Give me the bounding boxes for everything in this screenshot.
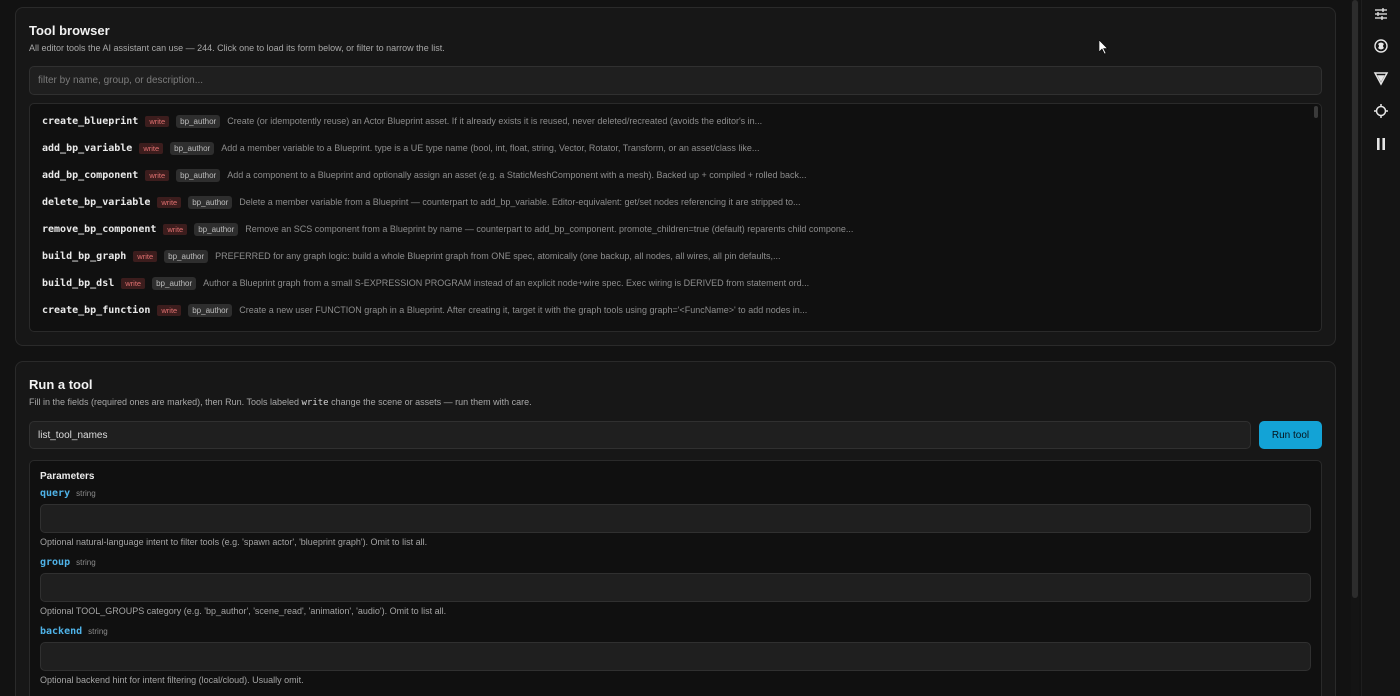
run-tool-button[interactable]: Run tool [1259, 421, 1322, 449]
param-description: Optional backend hint for intent filteri… [40, 675, 304, 685]
tool-list-scrollbar[interactable] [1314, 106, 1318, 118]
tool-name: create_blueprint [42, 115, 139, 127]
write-badge: write [157, 304, 182, 316]
tool-name: add_bp_component [42, 169, 139, 181]
tool-browser-title: Tool browser [29, 23, 110, 38]
page-scrollbar[interactable] [1351, 0, 1359, 696]
write-badge: write [145, 115, 170, 127]
group-badge: bp_author [188, 195, 233, 209]
tool-list[interactable]: create_blueprint write bp_author Create … [29, 103, 1322, 332]
page-scrollbar-thumb[interactable] [1352, 0, 1358, 598]
query-input[interactable] [40, 504, 1311, 533]
tool-name: create_bp_function [42, 304, 151, 316]
group-input[interactable] [40, 573, 1311, 602]
group-badge: bp_author [152, 276, 197, 290]
run-subtitle-text: Fill in the fields (required ones are ma… [29, 397, 302, 407]
pause-icon[interactable] [1370, 133, 1392, 155]
write-badge: write [133, 250, 158, 262]
tool-description: Add a member variable to a Blueprint. ty… [221, 143, 760, 153]
group-badge: bp_author [188, 303, 233, 317]
tool-description: Create a new user FUNCTION graph in a Bl… [239, 305, 808, 315]
tool-description: Create (or idempotently reuse) an Actor … [227, 116, 763, 126]
right-icon-rail [1361, 0, 1400, 696]
main-panel: Tool browser All editor tools the AI ass… [0, 0, 1350, 696]
tool-row[interactable]: create_bp_function write bp_author Creat… [42, 300, 1312, 320]
param-name: query [40, 488, 71, 499]
group-badge: bp_author [194, 222, 239, 236]
param-label-group: group string [40, 557, 96, 568]
run-subtitle-text-end: change the scene or assets — run them wi… [328, 397, 532, 407]
tool-name: remove_bp_component [42, 223, 157, 235]
tool-row[interactable]: add_bp_variable write bp_author Add a me… [42, 138, 1312, 158]
target-icon[interactable] [1370, 100, 1392, 122]
write-badge: write [157, 196, 182, 208]
write-badge: write [163, 223, 188, 235]
param-description: Optional natural-language intent to filt… [40, 537, 428, 547]
group-badge: bp_author [176, 114, 221, 128]
param-label-backend: backend string [40, 626, 108, 637]
tool-row[interactable]: remove_bp_component write bp_author Remo… [42, 219, 1312, 239]
group-badge: bp_author [176, 168, 221, 182]
group-badge: bp_author [164, 249, 209, 263]
sliders-icon[interactable] [1370, 3, 1392, 25]
tool-description: Add a component to a Blueprint and optio… [227, 170, 807, 180]
run-tool-subtitle: Fill in the fields (required ones are ma… [29, 397, 532, 408]
triangle-logo-icon[interactable] [1370, 67, 1392, 89]
tool-row[interactable]: create_blueprint write bp_author Create … [42, 111, 1312, 131]
param-type: string [76, 489, 96, 498]
parameters-panel: Parameters query string Optional natural… [29, 460, 1322, 696]
param-type: string [88, 627, 108, 636]
tool-row[interactable]: add_bp_component write bp_author Add a c… [42, 165, 1312, 185]
write-badge: write [145, 169, 170, 181]
param-name: group [40, 557, 71, 568]
write-badge: write [121, 277, 146, 289]
write-code-label: write [301, 398, 329, 408]
tool-description: PREFERRED for any graph logic: build a w… [215, 251, 781, 261]
mouse-cursor-icon [1099, 40, 1109, 55]
tool-row[interactable]: build_bp_dsl write bp_author Author a Bl… [42, 273, 1312, 293]
param-label-query: query string [40, 488, 96, 499]
tool-name-input[interactable] [29, 421, 1251, 449]
write-badge: write [139, 142, 164, 154]
tool-row[interactable]: delete_bp_variable write bp_author Delet… [42, 192, 1312, 212]
tool-name: build_bp_dsl [42, 277, 115, 289]
group-badge: bp_author [170, 141, 215, 155]
tool-filter-input[interactable] [29, 66, 1322, 95]
param-type: string [76, 558, 96, 567]
tool-browser-card: Tool browser All editor tools the AI ass… [15, 7, 1336, 346]
tool-browser-subtitle: All editor tools the AI assistant can us… [29, 43, 445, 53]
param-name: backend [40, 626, 83, 637]
param-description: Optional TOOL_GROUPS category (e.g. 'bp_… [40, 606, 447, 616]
brain-icon[interactable] [1370, 35, 1392, 57]
run-tool-title: Run a tool [29, 377, 93, 392]
tool-description: Delete a member variable from a Blueprin… [239, 197, 801, 207]
run-tool-card: Run a tool Fill in the fields (required … [15, 361, 1336, 696]
backend-input[interactable] [40, 642, 1311, 671]
tool-name: build_bp_graph [42, 250, 127, 262]
tool-description: Remove an SCS component from a Blueprint… [245, 224, 854, 234]
tool-description: Author a Blueprint graph from a small S-… [203, 278, 810, 288]
tool-row[interactable]: build_bp_graph write bp_author PREFERRED… [42, 246, 1312, 266]
parameters-title: Parameters [40, 471, 95, 482]
tool-name: add_bp_variable [42, 142, 133, 154]
tool-name: delete_bp_variable [42, 196, 151, 208]
